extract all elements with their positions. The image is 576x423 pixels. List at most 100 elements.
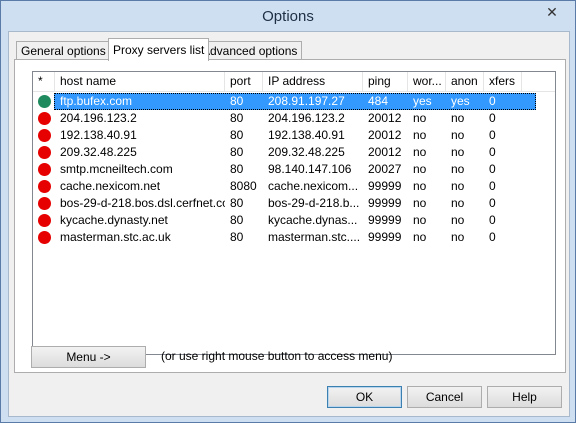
cancel-button[interactable]: Cancel <box>407 386 482 408</box>
cell-ip-address: cache.nexicom... <box>268 179 359 193</box>
cell-host-name: 209.32.48.225 <box>60 145 137 159</box>
cell-anon: no <box>451 128 465 142</box>
cell-xfers: 0 <box>489 145 496 159</box>
cell-working: yes <box>413 94 432 108</box>
cell-port: 8080 <box>230 179 257 193</box>
cell-host-name: masterman.stc.ac.uk <box>60 230 171 244</box>
cell-host-name: 204.196.123.2 <box>60 111 137 125</box>
cell-ip-address: bos-29-d-218.b... <box>268 196 360 210</box>
title-bar[interactable]: Options ✕ <box>1 1 575 31</box>
ok-button[interactable]: OK <box>327 386 402 408</box>
cell-ip-address: 192.138.40.91 <box>268 128 345 142</box>
cell-port: 80 <box>230 162 244 176</box>
cell-ping: 20012 <box>368 111 402 125</box>
cell-port: 80 <box>230 196 244 210</box>
column-header-xfers[interactable]: xfers <box>484 72 522 91</box>
cell-ip-address: 208.91.197.27 <box>268 94 345 108</box>
column-header-port[interactable]: port <box>225 72 263 91</box>
cell-port: 80 <box>230 111 244 125</box>
cell-xfers: 0 <box>489 196 496 210</box>
cell-anon: no <box>451 111 465 125</box>
status-dot-icon <box>38 95 51 108</box>
cell-anon: no <box>451 145 465 159</box>
help-button[interactable]: Help <box>487 386 562 408</box>
cell-working: no <box>413 145 427 159</box>
cell-ip-address: kycache.dynas... <box>268 213 358 227</box>
cell-anon: yes <box>451 94 470 108</box>
table-row[interactable]: 204.196.123.2 80 204.196.123.2 20012 no no 0 <box>33 110 555 127</box>
cell-ip-address: 204.196.123.2 <box>268 111 345 125</box>
tab-proxy-servers-list[interactable]: Proxy servers list <box>108 38 210 61</box>
cell-host-name: 192.138.40.91 <box>60 128 137 142</box>
status-dot-icon <box>38 146 51 159</box>
close-icon[interactable]: ✕ <box>537 2 567 22</box>
menu-hint-text: (or use right mouse button to access men… <box>161 349 393 363</box>
cell-host-name: smtp.mcneiltech.com <box>60 162 173 176</box>
proxy-servers-panel: * host name port IP address ping wor... … <box>14 59 566 373</box>
cell-working: no <box>413 230 427 244</box>
cell-working: no <box>413 128 427 142</box>
cell-ping: 99999 <box>368 230 402 244</box>
column-header-ip-address[interactable]: IP address <box>263 72 363 91</box>
cell-port: 80 <box>230 145 244 159</box>
cell-ip-address: 209.32.48.225 <box>268 145 345 159</box>
cell-working: no <box>413 179 427 193</box>
cell-ping: 99999 <box>368 179 402 193</box>
cell-ping: 99999 <box>368 213 402 227</box>
options-dialog: Options ✕ General options Proxy servers … <box>0 0 576 423</box>
status-dot-icon <box>38 197 51 210</box>
cell-host-name: ftp.bufex.com <box>60 94 133 108</box>
cell-xfers: 0 <box>489 162 496 176</box>
cell-xfers: 0 <box>489 128 496 142</box>
cell-ping: 484 <box>368 94 389 108</box>
column-header-status[interactable]: * <box>33 72 55 91</box>
cell-ip-address: masterman.stc.... <box>268 230 361 244</box>
status-dot-icon <box>38 112 51 125</box>
cell-port: 80 <box>230 213 244 227</box>
cell-anon: no <box>451 230 465 244</box>
cell-port: 80 <box>230 128 244 142</box>
status-dot-icon <box>38 180 51 193</box>
cell-ping: 20012 <box>368 128 402 142</box>
tab-general-options[interactable]: General options <box>16 41 111 60</box>
cell-anon: no <box>451 196 465 210</box>
cell-xfers: 0 <box>489 179 496 193</box>
cell-ping: 20012 <box>368 145 402 159</box>
proxy-list[interactable]: * host name port IP address ping wor... … <box>32 71 556 355</box>
cell-ping: 99999 <box>368 196 402 210</box>
table-row[interactable]: masterman.stc.ac.uk 80 masterman.stc.... 99… <box>33 229 555 246</box>
cell-host-name: bos-29-d-218.bos.dsl.cerfnet.com <box>60 196 225 210</box>
status-dot-icon <box>38 231 51 244</box>
cell-anon: no <box>451 162 465 176</box>
cell-xfers: 0 <box>489 94 496 108</box>
table-row[interactable]: ftp.bufex.com 80 208.91.197.27 484 yes yes 0 <box>33 93 555 110</box>
cell-anon: no <box>451 213 465 227</box>
status-dot-icon <box>38 214 51 227</box>
cell-ping: 20027 <box>368 162 402 176</box>
cell-working: no <box>413 213 427 227</box>
column-header-anon[interactable]: anon <box>446 72 484 91</box>
menu-button[interactable]: Menu -> <box>31 346 146 368</box>
column-header-host-name[interactable]: host name <box>55 72 225 91</box>
tab-advanced-options[interactable]: Advanced options <box>197 41 303 60</box>
cell-ip-address: 98.140.147.106 <box>268 162 352 176</box>
column-header-ping[interactable]: ping <box>363 72 408 91</box>
table-row[interactable]: kycache.dynasty.net 80 kycache.dynas... 999… <box>33 212 555 229</box>
cell-working: no <box>413 196 427 210</box>
cell-working: no <box>413 111 427 125</box>
table-row[interactable]: smtp.mcneiltech.com 80 98.140.147.106 20027… <box>33 161 555 178</box>
cell-xfers: 0 <box>489 213 496 227</box>
status-dot-icon <box>38 129 51 142</box>
list-header: * host name port IP address ping wor... … <box>33 72 555 92</box>
window-title: Options <box>262 8 314 25</box>
cell-port: 80 <box>230 230 244 244</box>
table-row[interactable]: cache.nexicom.net 8080 cache.nexicom... 999… <box>33 178 555 195</box>
dialog-client-area: General options Proxy servers list Advan… <box>8 31 570 417</box>
table-row[interactable]: 192.138.40.91 80 192.138.40.91 20012 no no 0 <box>33 127 555 144</box>
cell-host-name: kycache.dynasty.net <box>60 213 168 227</box>
table-row[interactable]: 209.32.48.225 80 209.32.48.225 20012 no no 0 <box>33 144 555 161</box>
cell-host-name: cache.nexicom.net <box>60 179 161 193</box>
table-row[interactable]: bos-29-d-218.bos.dsl.cerfnet.com 80 bos-29… <box>33 195 555 212</box>
cell-anon: no <box>451 179 465 193</box>
column-header-working[interactable]: wor... <box>408 72 446 91</box>
